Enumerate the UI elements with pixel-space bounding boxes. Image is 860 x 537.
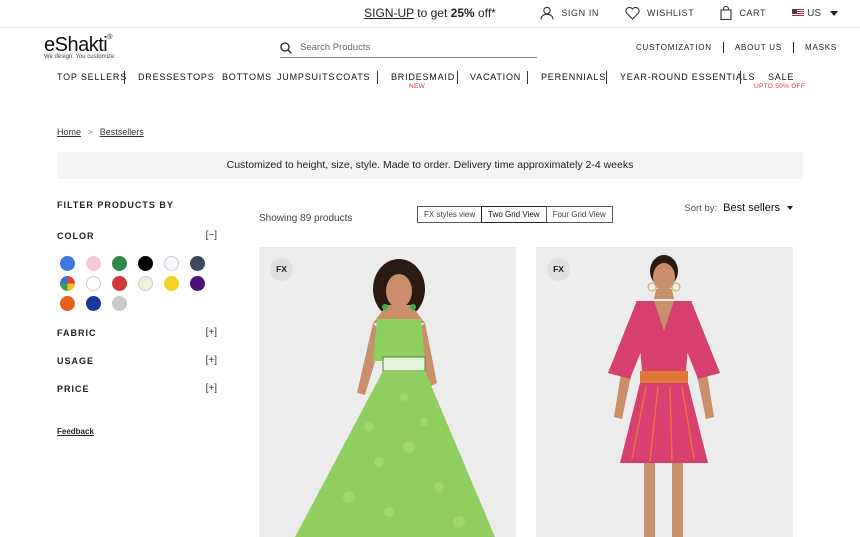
fx-badge: FX: [547, 258, 570, 281]
nav-divider: [377, 71, 378, 84]
color-swatch-grey[interactable]: [112, 296, 127, 311]
color-swatch-yellow[interactable]: [164, 276, 179, 291]
product-card[interactable]: FX: [259, 247, 516, 537]
breadcrumb-bestsellers[interactable]: Bestsellers: [100, 127, 144, 137]
account-bar: SIGN IN WISHLIST CART US: [514, 6, 838, 20]
search-bar: [280, 38, 537, 58]
nav-divider: [606, 71, 607, 84]
promo-text-end: off*: [474, 6, 496, 20]
nav-bridesmaid[interactable]: BRIDESMAID: [391, 72, 455, 82]
promo-text: to get: [413, 6, 451, 20]
fx-badge: FX: [270, 258, 293, 281]
header-divider: [0, 27, 860, 28]
color-swatch-black[interactable]: [138, 256, 153, 271]
filter-color-label: COLOR: [57, 231, 95, 241]
nav-vacation[interactable]: VACATION: [470, 72, 521, 82]
signup-link[interactable]: SIGN-UP: [364, 6, 414, 20]
wishlist-link[interactable]: WISHLIST: [625, 6, 695, 20]
logo-reg-mark: ®: [107, 34, 112, 41]
collapse-toggle[interactable]: [−]: [206, 230, 217, 241]
country-label: US: [807, 7, 821, 19]
filter-fabric-header[interactable]: FABRIC [+]: [57, 327, 217, 338]
nav-sale[interactable]: SALE: [768, 72, 794, 82]
delivery-notice: Customized to height, size, style. Made …: [57, 152, 803, 179]
nav-customization[interactable]: CUSTOMIZATION: [625, 42, 723, 53]
product-image[interactable]: [536, 247, 793, 537]
color-swatch-purple[interactable]: [190, 276, 205, 291]
bridesmaid-new-badge: NEW: [409, 83, 426, 90]
nav-top-sellers[interactable]: TOP SELLERS: [57, 72, 127, 82]
sort-label: Sort by:: [684, 202, 718, 214]
filter-usage-header[interactable]: USAGE [+]: [57, 355, 217, 366]
color-swatch-pink[interactable]: [86, 256, 101, 271]
expand-toggle[interactable]: [+]: [206, 327, 217, 338]
filter-price-header[interactable]: PRICE [+]: [57, 383, 217, 394]
view-toggle-group: FX styles view Two Grid View Four Grid V…: [417, 206, 613, 223]
utility-nav: CUSTOMIZATION ABOUT US MASKS: [625, 42, 837, 53]
color-swatch-charcoal[interactable]: [190, 256, 205, 271]
nav-bottoms[interactable]: BOTTOMS: [222, 72, 272, 82]
sale-discount-badge: UPTO 50% OFF: [754, 83, 806, 90]
color-swatch-green[interactable]: [112, 256, 127, 271]
nav-year-round-essentials[interactable]: YEAR-ROUND ESSENTIALS: [620, 72, 755, 82]
color-swatch-cream[interactable]: [138, 276, 153, 291]
color-swatch-blue[interactable]: [60, 256, 75, 271]
nav-coats[interactable]: COATS: [336, 72, 370, 82]
logo-wordmark: eShakti: [44, 34, 108, 56]
color-swatch-navy[interactable]: [86, 296, 101, 311]
nav-divider: [124, 71, 125, 84]
logo-tagline: We design. You customize.: [44, 54, 116, 60]
filter-fabric-label: FABRIC: [57, 328, 97, 338]
search-icon[interactable]: [280, 41, 292, 54]
sign-in-label: SIGN IN: [561, 8, 600, 18]
product-card[interactable]: FX: [536, 247, 793, 537]
expand-toggle[interactable]: [+]: [206, 383, 217, 394]
feedback-link[interactable]: Feedback: [57, 427, 94, 436]
filter-color-header[interactable]: COLOR [−]: [57, 230, 217, 241]
color-swatch-multi[interactable]: [60, 276, 75, 291]
chevron-down-icon: [787, 206, 793, 210]
us-flag-icon: [792, 9, 805, 17]
nav-perennials[interactable]: PERENNIALS: [541, 72, 606, 82]
color-swatch-white[interactable]: [86, 276, 101, 291]
heart-icon: [625, 6, 640, 20]
filter-price-label: PRICE: [57, 384, 90, 394]
nav-about-us[interactable]: ABOUT US: [722, 42, 793, 53]
breadcrumb-home[interactable]: Home: [57, 127, 81, 137]
fx-styles-view-button[interactable]: FX styles view: [417, 206, 483, 223]
shopping-bag-icon: [720, 6, 732, 20]
cart-link[interactable]: CART: [720, 6, 766, 20]
color-swatch-off-white[interactable]: [164, 256, 179, 271]
filter-usage-label: USAGE: [57, 356, 95, 366]
nav-masks[interactable]: MASKS: [792, 42, 837, 53]
search-input[interactable]: [300, 42, 500, 53]
breadcrumb-separator: >: [88, 127, 93, 137]
color-swatch-orange[interactable]: [60, 296, 75, 311]
breadcrumb: Home > Bestsellers: [57, 127, 144, 137]
wishlist-label: WISHLIST: [647, 8, 695, 18]
product-count: Showing 89 products: [259, 213, 353, 224]
cart-label: CART: [739, 8, 767, 18]
filter-title: FILTER PRODUCTS BY: [57, 200, 174, 210]
color-swatch-red[interactable]: [112, 276, 127, 291]
sort-value[interactable]: Best sellers: [723, 202, 780, 214]
site-logo[interactable]: eShakti® We design. You customize.: [44, 34, 136, 60]
four-grid-view-button[interactable]: Four Grid View: [545, 206, 613, 223]
nav-jumpsuits[interactable]: JUMPSUITS: [277, 72, 335, 82]
nav-dresses[interactable]: DRESSES: [138, 72, 187, 82]
nav-divider: [740, 71, 741, 84]
nav-tops[interactable]: TOPS: [187, 72, 215, 82]
product-image[interactable]: [259, 247, 516, 537]
two-grid-view-button[interactable]: Two Grid View: [481, 206, 547, 223]
nav-divider: [527, 71, 528, 84]
sort-control[interactable]: Sort by: Best sellers: [684, 202, 793, 214]
chevron-down-icon: [830, 10, 838, 16]
user-icon: [540, 6, 554, 20]
sign-in-link[interactable]: SIGN IN: [540, 6, 599, 20]
expand-toggle[interactable]: [+]: [206, 355, 217, 366]
promo-discount: 25%: [450, 6, 475, 20]
nav-divider: [457, 71, 458, 84]
country-selector[interactable]: US: [792, 8, 838, 19]
